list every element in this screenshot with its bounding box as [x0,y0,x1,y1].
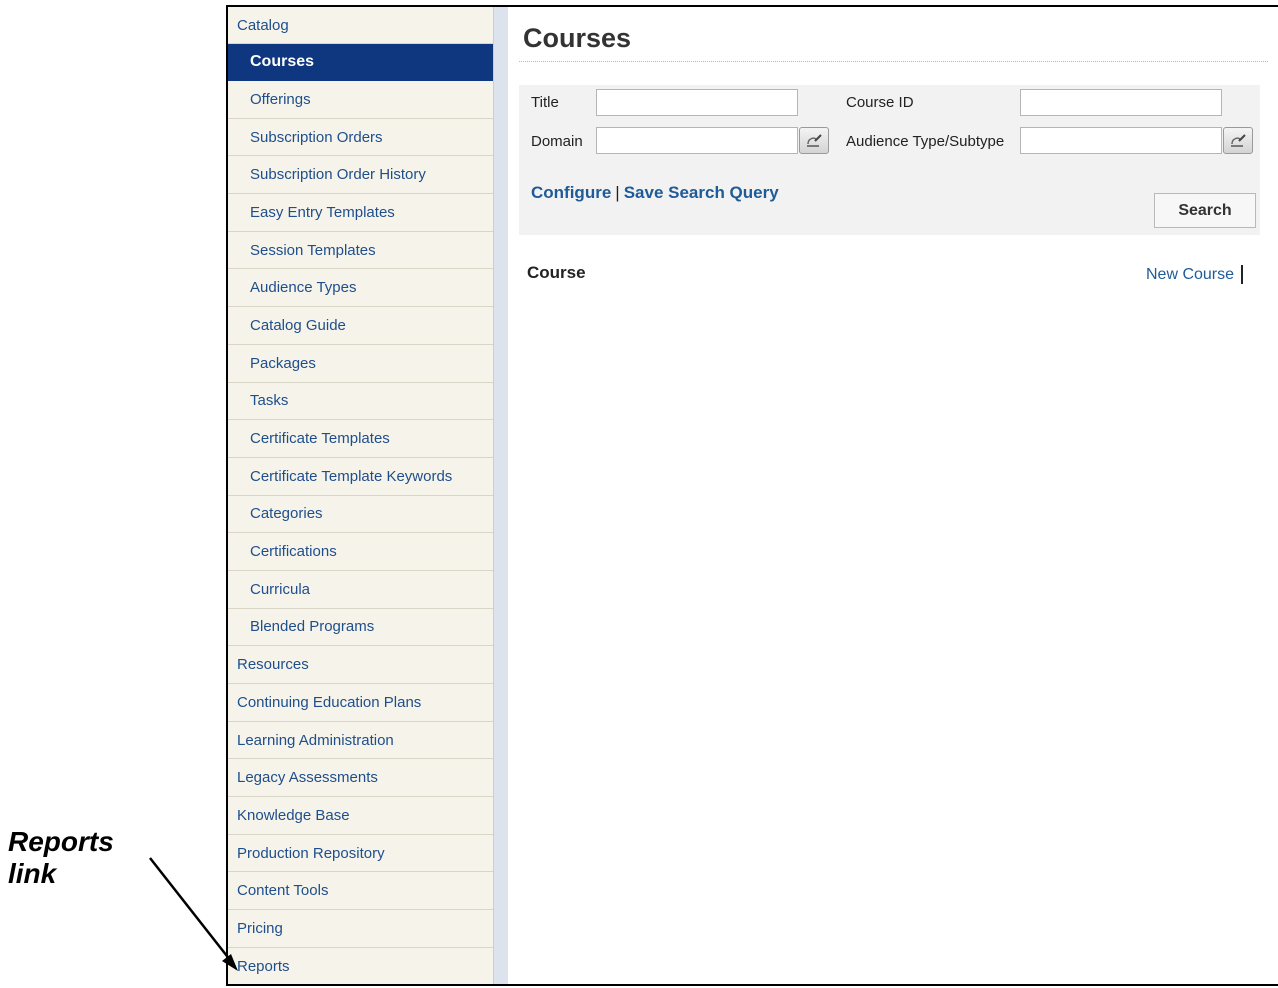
edit-picker-icon [807,133,822,147]
sidebar-item-production-repository[interactable]: Production Repository [228,835,493,873]
edit-picker-icon [1231,133,1246,147]
sidebar-item-knowledge-base[interactable]: Knowledge Base [228,797,493,835]
audience-type-picker-button[interactable] [1223,127,1253,154]
sidebar-item-reports[interactable]: Reports [228,948,493,984]
title-label: Title [531,94,559,111]
sidebar-item-certifications[interactable]: Certifications [228,533,493,571]
arrow-icon [149,857,238,971]
sidebar-item-resources[interactable]: Resources [228,646,493,684]
audience-type-input[interactable] [1020,127,1222,154]
configure-link[interactable]: Configure [531,183,611,202]
search-links: Configure | Save Search Query [531,183,779,203]
sidebar-item-offerings[interactable]: Offerings [228,81,493,119]
audience-type-label: Audience Type/Subtype [846,133,1005,150]
sidebar-item-pricing[interactable]: Pricing [228,910,493,948]
sidebar-item-content-tools[interactable]: Content Tools [228,872,493,911]
sidebar-item-continuing-education-plans[interactable]: Continuing Education Plans [228,684,493,722]
domain-label: Domain [531,133,583,150]
sidebar-item-blended-programs[interactable]: Blended Programs [228,609,493,647]
sidebar-item-session-templates[interactable]: Session Templates [228,232,493,270]
course-id-input[interactable] [1020,89,1222,116]
sidebar-item-legacy-assessments[interactable]: Legacy Assessments [228,759,493,798]
sidebar-item-subscription-order-history[interactable]: Subscription Order History [228,156,493,195]
course-id-label: Course ID [846,94,914,111]
link-separator [1241,265,1243,284]
sidebar-item-certificate-templates[interactable]: Certificate Templates [228,420,493,458]
sidebar-item-curricula[interactable]: Curricula [228,571,493,609]
title-input[interactable] [596,89,798,116]
save-search-query-link[interactable]: Save Search Query [624,183,779,202]
domain-picker-button[interactable] [799,127,829,154]
domain-input[interactable] [596,127,798,154]
sidebar-item-learning-administration[interactable]: Learning Administration [228,722,493,760]
sidebar-item-catalog-guide[interactable]: Catalog Guide [228,307,493,345]
sidebar-item-catalog[interactable]: Catalog [228,7,493,44]
title-divider [519,61,1268,62]
sidebar-item-subscription-orders[interactable]: Subscription Orders [228,119,493,157]
search-button[interactable]: Search [1154,193,1256,228]
sidebar-item-courses[interactable]: Courses [228,44,493,81]
sidebar-item-tasks[interactable]: Tasks [228,383,493,421]
search-panel: Title Course ID Domain Audience Type/Sub… [519,85,1260,235]
sidebar-item-certificate-template-keywords[interactable]: Certificate Template Keywords [228,458,493,496]
sidebar-splitter[interactable] [493,7,508,984]
sidebar-item-easy-entry-templates[interactable]: Easy Entry Templates [228,194,493,232]
sidebar-item-categories[interactable]: Categories [228,496,493,534]
new-course-link[interactable]: New Course [1146,266,1234,284]
main-content: Courses Title Course ID Domain Audience … [519,7,1278,984]
sidebar-item-packages[interactable]: Packages [228,345,493,383]
sidebar-item-audience-types[interactable]: Audience Types [228,269,493,308]
sidebar-nav: Catalog Courses Offerings Subscription O… [228,7,493,984]
section-title: Course [527,263,586,282]
page-title: Courses [523,23,632,53]
link-separator: | [615,183,620,202]
app-frame: Catalog Courses Offerings Subscription O… [226,5,1278,986]
